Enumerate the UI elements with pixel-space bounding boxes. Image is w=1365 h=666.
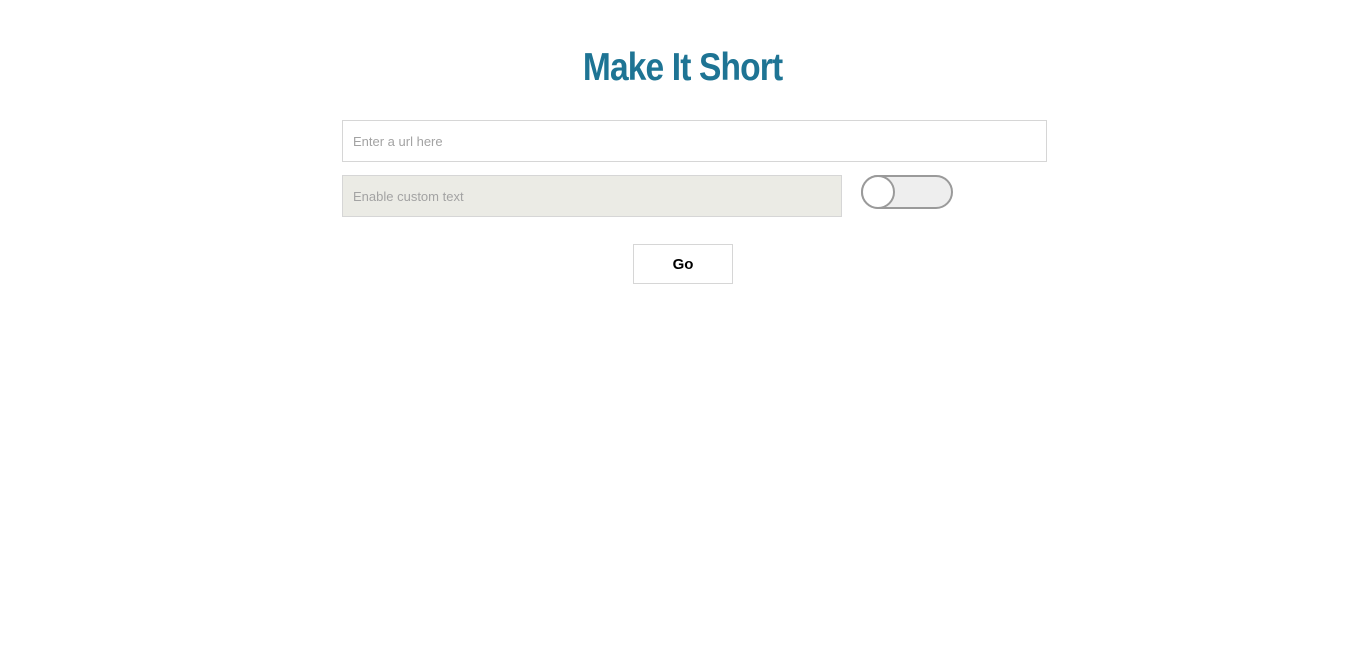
custom-text-input[interactable]	[342, 175, 842, 217]
go-button[interactable]: Go	[633, 244, 733, 284]
page-title: Make It Short	[582, 46, 783, 89]
custom-text-toggle[interactable]	[861, 175, 953, 209]
url-input[interactable]	[342, 120, 1047, 162]
toggle-knob	[861, 175, 895, 209]
page: Make It Short Go	[0, 0, 1365, 666]
